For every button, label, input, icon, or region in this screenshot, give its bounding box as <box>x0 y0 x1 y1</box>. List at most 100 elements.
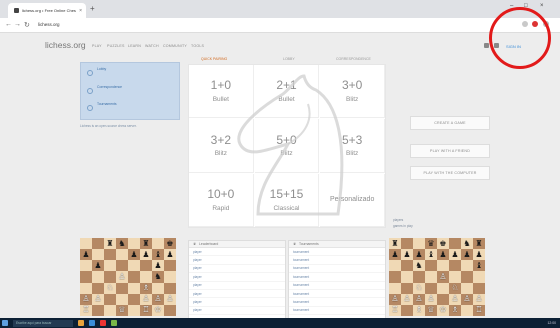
chess-piece[interactable]: ♙ <box>92 293 104 305</box>
board-square[interactable] <box>401 260 413 272</box>
board-square[interactable] <box>140 260 152 272</box>
board-square[interactable] <box>437 260 449 272</box>
leaderboard-row[interactable]: player <box>189 248 285 257</box>
board-square[interactable] <box>425 271 437 283</box>
chess-piece[interactable]: ♞ <box>116 238 128 250</box>
chess-piece[interactable]: ♘ <box>413 282 425 294</box>
leaderboard-row[interactable]: player <box>189 265 285 274</box>
chess-piece[interactable]: ♖ <box>389 304 401 316</box>
board-square[interactable] <box>164 304 176 316</box>
leaderboard-row[interactable]: player <box>189 282 285 290</box>
board-square[interactable] <box>401 304 413 316</box>
close-window-button[interactable]: × <box>540 3 544 9</box>
board-square[interactable] <box>389 282 401 294</box>
board-square[interactable] <box>92 304 104 316</box>
chess-piece[interactable]: ♟ <box>389 249 401 261</box>
board-square[interactable] <box>92 238 104 250</box>
board-square[interactable] <box>401 282 413 294</box>
settings-icon[interactable] <box>494 43 499 48</box>
pool-5-3[interactable]: 5+3 Blitz <box>320 119 385 173</box>
pool-10-0[interactable]: 10+0 Rapid <box>189 173 254 227</box>
chess-piece[interactable]: ♟ <box>437 249 449 261</box>
chess-piece[interactable]: ♖ <box>80 304 92 316</box>
board-square[interactable] <box>449 271 461 283</box>
chess-piece[interactable]: ♙ <box>152 293 164 305</box>
leaderboard-row[interactable]: player <box>189 273 285 282</box>
create-game-button[interactable]: CREATE A GAME <box>410 116 490 130</box>
new-tab-button[interactable]: + <box>90 4 95 13</box>
board-square[interactable] <box>128 293 140 305</box>
tournament-row[interactable]: tournament <box>289 273 385 282</box>
chess-piece[interactable]: ♟ <box>461 249 473 261</box>
board-square[interactable] <box>164 260 176 272</box>
board-square[interactable] <box>104 271 116 283</box>
board-square[interactable] <box>437 293 449 305</box>
chess-piece[interactable]: ♙ <box>116 271 128 283</box>
board-square[interactable] <box>473 271 485 283</box>
chess-piece[interactable]: ♟ <box>449 249 461 261</box>
featured-board-left[interactable]: ♜ ♞ ♜ ♚ ♟ ♟ ♟ ♝ ♟ ♟ ♟ ♙ ♞ ♘ ♗ ♙ ♙ ♙ ♙ ♙ ♖ ♕ ♖ ♔ <box>80 238 176 316</box>
board-square[interactable] <box>116 282 128 294</box>
leaderboard-row[interactable]: player <box>189 256 285 265</box>
left-item-3[interactable]: Tournaments <box>97 102 117 106</box>
leaderboard-row[interactable]: player <box>189 290 285 299</box>
board-square[interactable] <box>401 238 413 250</box>
tournament-row[interactable]: tournament <box>289 248 385 257</box>
play-computer-button[interactable]: PLAY WITH THE COMPUTER <box>410 166 490 180</box>
board-square[interactable] <box>128 260 140 272</box>
chrome-icon[interactable] <box>100 320 106 326</box>
board-square[interactable] <box>116 260 128 272</box>
board-square[interactable] <box>425 260 437 272</box>
board-square[interactable] <box>116 293 128 305</box>
board-square[interactable] <box>389 271 401 283</box>
chess-piece[interactable]: ♟ <box>413 249 425 261</box>
chess-piece[interactable]: ♞ <box>413 260 425 272</box>
pool-2-1[interactable]: 2+1 Bullet <box>254 65 320 119</box>
chess-piece[interactable]: ♕ <box>425 304 437 316</box>
app-icon[interactable] <box>111 320 117 326</box>
board-square[interactable] <box>128 271 140 283</box>
leaderboard-row[interactable]: player <box>189 298 285 307</box>
back-icon[interactable]: ← <box>5 21 12 28</box>
tab-quick-pairing[interactable]: QUICK PAIRING <box>201 57 227 61</box>
chess-piece[interactable]: ♚ <box>437 238 449 250</box>
chess-piece[interactable]: ♙ <box>437 271 449 283</box>
nav-play[interactable]: PLAY <box>92 44 102 48</box>
chess-piece[interactable]: ♙ <box>389 293 401 305</box>
board-square[interactable] <box>128 282 140 294</box>
board-square[interactable] <box>164 271 176 283</box>
chess-piece[interactable]: ♟ <box>140 249 152 261</box>
chess-piece[interactable]: ♙ <box>140 293 152 305</box>
tournament-row[interactable]: tournament <box>289 265 385 274</box>
left-item-2[interactable]: Correspondence <box>97 85 122 89</box>
tournament-row[interactable]: tournament <box>289 290 385 299</box>
chess-piece[interactable]: ♖ <box>140 304 152 316</box>
start-icon[interactable] <box>2 320 8 326</box>
board-square[interactable] <box>104 304 116 316</box>
board-square[interactable] <box>413 271 425 283</box>
board-square[interactable] <box>164 282 176 294</box>
board-square[interactable] <box>92 271 104 283</box>
chess-piece[interactable]: ♙ <box>413 293 425 305</box>
chess-piece[interactable]: ♟ <box>164 249 176 261</box>
chess-piece[interactable]: ♝ <box>425 249 437 261</box>
chess-piece[interactable]: ♘ <box>104 282 116 294</box>
nav-watch[interactable]: WATCH <box>145 44 159 48</box>
chess-piece[interactable]: ♔ <box>437 304 449 316</box>
chess-piece[interactable]: ♙ <box>164 293 176 305</box>
chess-piece[interactable]: ♝ <box>152 249 164 261</box>
chess-piece[interactable]: ♛ <box>425 238 437 250</box>
chess-piece[interactable]: ♝ <box>473 260 485 272</box>
url-field[interactable]: lichess.org <box>38 22 60 27</box>
chess-piece[interactable]: ♜ <box>389 238 401 250</box>
board-square[interactable] <box>152 238 164 250</box>
chess-piece[interactable]: ♞ <box>461 238 473 250</box>
chess-piece[interactable]: ♟ <box>152 260 164 272</box>
board-square[interactable] <box>92 282 104 294</box>
chess-piece[interactable]: ♙ <box>449 293 461 305</box>
chess-piece[interactable]: ♙ <box>425 293 437 305</box>
chess-piece[interactable]: ♖ <box>473 304 485 316</box>
pool-3-0[interactable]: 3+0 Blitz <box>320 65 385 119</box>
board-square[interactable] <box>80 260 92 272</box>
chess-piece[interactable]: ♟ <box>473 249 485 261</box>
